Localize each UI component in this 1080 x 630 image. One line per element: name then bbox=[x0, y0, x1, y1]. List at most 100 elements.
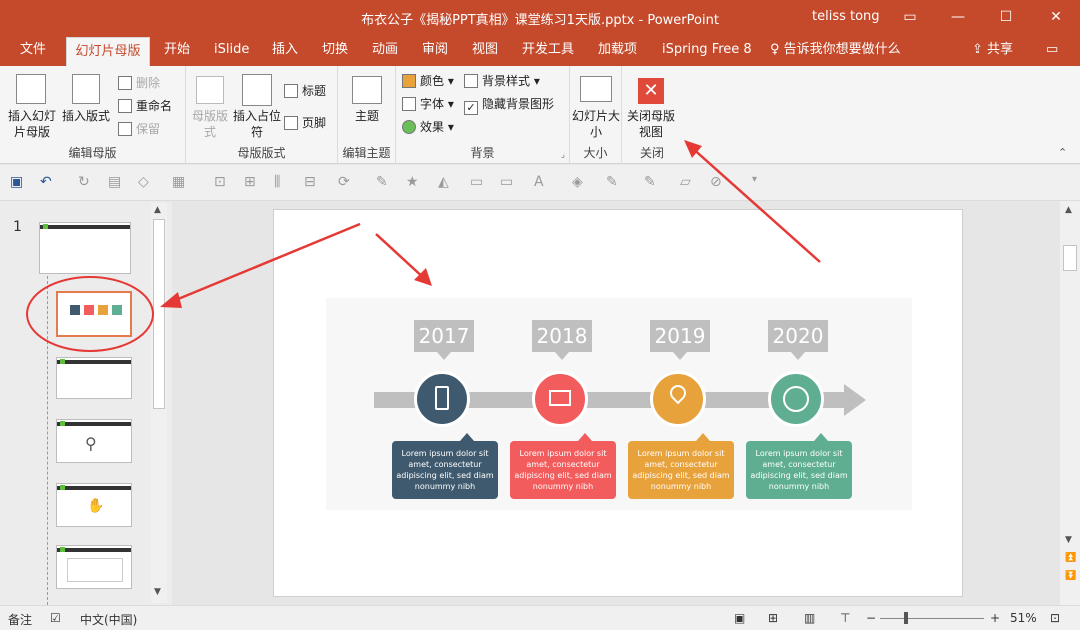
thumb-table bbox=[67, 558, 123, 582]
tab-ispring[interactable]: iSpring Free 8 bbox=[662, 34, 752, 66]
arrange-icon[interactable]: ▦ bbox=[172, 174, 185, 190]
star-icon[interactable]: ★ bbox=[406, 174, 419, 190]
colors-icon bbox=[402, 74, 416, 88]
layout-thumbnail-5[interactable] bbox=[56, 545, 132, 589]
tab-addins[interactable]: 加载项 bbox=[598, 34, 637, 66]
tab-view[interactable]: 视图 bbox=[472, 34, 498, 66]
scroll-thumb[interactable] bbox=[153, 219, 165, 409]
normal-view-icon[interactable]: ▣ bbox=[734, 611, 745, 625]
dialog-launcher-icon[interactable]: ⌟ bbox=[561, 150, 565, 160]
collapse-ribbon-icon[interactable]: ⌃ bbox=[1058, 146, 1067, 159]
slideshow-icon[interactable]: ▤ bbox=[108, 174, 121, 190]
tab-insert[interactable]: 插入 bbox=[272, 34, 298, 66]
footer-checkbox[interactable]: 页脚 bbox=[284, 114, 326, 132]
text-icon[interactable]: A bbox=[534, 174, 544, 190]
comments-icon[interactable]: ▭ bbox=[1046, 34, 1058, 66]
footer-checkbox-label: 页脚 bbox=[302, 116, 327, 130]
insert-layout-button[interactable]: 插入版式 bbox=[60, 108, 112, 124]
scroll-down-icon[interactable]: ▼ bbox=[1065, 535, 1072, 545]
thumbnail-scrollbar[interactable]: ▲ ▼ bbox=[151, 203, 167, 603]
preserve-button[interactable]: 保留 bbox=[118, 120, 160, 138]
effects-button[interactable]: 效果 ▾ bbox=[402, 118, 454, 136]
minimize-icon[interactable]: — bbox=[946, 6, 970, 28]
save-icon[interactable]: ▣ bbox=[10, 174, 23, 190]
redo-icon[interactable]: ↻ bbox=[78, 174, 90, 190]
zoom-out-button[interactable]: − bbox=[866, 611, 876, 625]
insert-slide-master-button[interactable]: 插入幻灯片母版 bbox=[4, 108, 60, 140]
tab-review[interactable]: 审阅 bbox=[422, 34, 448, 66]
shapes-icon[interactable]: ◇ bbox=[138, 174, 149, 190]
tab-file[interactable]: 文件 bbox=[20, 34, 46, 66]
slide-size-button[interactable]: 幻灯片大小 bbox=[572, 108, 620, 140]
envelope-glyph bbox=[549, 390, 571, 406]
title-checkbox[interactable]: 标题 bbox=[284, 82, 326, 100]
rename-button[interactable]: 重命名 bbox=[118, 97, 172, 115]
pin-icon[interactable]: ✎ bbox=[376, 174, 388, 190]
scroll-up-icon[interactable]: ▲ bbox=[1065, 205, 1072, 215]
outline-icon[interactable]: ✎ bbox=[606, 174, 618, 190]
slide-thumbnails-pane: 1 ⚲ ✋ bbox=[0, 201, 172, 605]
scroll-down-icon[interactable]: ▼ bbox=[154, 587, 161, 597]
pen-icon[interactable]: ✎ bbox=[644, 174, 656, 190]
merge-shapes-icon[interactable]: ⊘ bbox=[710, 174, 722, 190]
layout-thumbnail-timeline[interactable] bbox=[56, 291, 132, 337]
align-icon[interactable]: ⫼ bbox=[274, 174, 280, 190]
close-master-view-button[interactable]: 关闭母版视图 bbox=[622, 108, 680, 140]
fit-slide-icon[interactable]: ⊡ bbox=[1050, 611, 1060, 625]
group-icon[interactable]: ⊞ bbox=[244, 174, 256, 190]
insert-placeholder-button[interactable]: 插入占位符 bbox=[230, 108, 284, 140]
maximize-icon[interactable]: ☐ bbox=[994, 6, 1018, 28]
zoom-slider-thumb[interactable] bbox=[904, 612, 908, 624]
zoom-in-button[interactable]: + bbox=[990, 611, 1000, 625]
slide-sorter-icon[interactable]: ⊞ bbox=[768, 611, 778, 625]
fonts-button[interactable]: 字体 ▾ bbox=[402, 95, 454, 113]
scroll-up-icon[interactable]: ▲ bbox=[154, 205, 161, 215]
picture-icon[interactable]: ▭ bbox=[470, 174, 483, 190]
hide-bg-checkbox[interactable]: ✓ 隐藏背景图形 bbox=[464, 95, 554, 115]
user-name[interactable]: teliss tong bbox=[812, 9, 880, 24]
layout-thumbnail-4[interactable]: ✋ bbox=[56, 483, 132, 527]
close-window-icon[interactable]: ✕ bbox=[1044, 6, 1068, 28]
distribute-icon[interactable]: ⊟ bbox=[304, 174, 316, 190]
eyedropper-icon[interactable]: ▱ bbox=[680, 174, 691, 190]
play-icon[interactable]: ◭ bbox=[438, 174, 449, 190]
text-card-2018: Lorem ipsum dolor sit amet, consectetur … bbox=[510, 441, 616, 499]
bg-styles-button[interactable]: 背景样式 ▾ bbox=[464, 72, 540, 90]
layout-thumbnail-2[interactable] bbox=[56, 357, 132, 399]
slide-canvas[interactable]: 2017 Lorem ipsum dolor sit amet, consect… bbox=[273, 209, 963, 597]
master-layout-button[interactable]: 母版版式 bbox=[192, 108, 228, 140]
reading-view-icon[interactable]: ▥ bbox=[804, 611, 815, 625]
master-layout-icon bbox=[196, 76, 224, 104]
slide-scrollbar[interactable]: ▲ ▼ ⏫ ⏬ bbox=[1060, 201, 1080, 605]
share-button[interactable]: ⇪ 共享 bbox=[972, 34, 1013, 66]
colors-button[interactable]: 颜色 ▾ bbox=[402, 72, 454, 90]
ribbon-display-icon[interactable]: ▭ bbox=[898, 6, 922, 28]
layout-thumbnail-3[interactable]: ⚲ bbox=[56, 419, 132, 463]
slideshow-view-icon[interactable]: ⊤ bbox=[840, 611, 850, 625]
tab-slide-master[interactable]: 幻灯片母版 bbox=[66, 37, 150, 66]
proofing-icon[interactable]: ☑ bbox=[50, 611, 61, 625]
tab-islide[interactable]: iSlide bbox=[214, 34, 249, 66]
themes-button[interactable]: 主题 bbox=[342, 108, 392, 124]
master-thumbnail[interactable] bbox=[39, 222, 131, 274]
thumb-header-bar bbox=[57, 548, 131, 552]
tab-developer[interactable]: 开发工具 bbox=[522, 34, 574, 66]
next-slide-icon[interactable]: ⏬ bbox=[1065, 571, 1076, 581]
undo-icon[interactable]: ↶ bbox=[40, 174, 52, 190]
table-icon[interactable]: ▭ bbox=[500, 174, 513, 190]
delete-button[interactable]: 删除 bbox=[118, 74, 160, 92]
zoom-level[interactable]: 51% bbox=[1010, 611, 1037, 625]
notes-button[interactable]: 备注 bbox=[8, 611, 32, 628]
tell-me-box[interactable]: ♀ 告诉我你想要做什么 bbox=[770, 34, 901, 66]
scroll-thumb[interactable] bbox=[1063, 245, 1077, 271]
customize-toolbar-icon[interactable]: ▾ bbox=[752, 174, 757, 185]
language-indicator[interactable]: 中文(中国) bbox=[80, 611, 137, 628]
tab-home[interactable]: 开始 bbox=[164, 34, 190, 66]
prev-slide-icon[interactable]: ⏫ bbox=[1065, 553, 1076, 563]
tab-animations[interactable]: 动画 bbox=[372, 34, 398, 66]
tab-transitions[interactable]: 切换 bbox=[322, 34, 348, 66]
rotate-icon[interactable]: ⟳ bbox=[338, 174, 350, 190]
zoom-slider-track[interactable] bbox=[880, 618, 984, 619]
crop-icon[interactable]: ⊡ bbox=[214, 174, 226, 190]
fill-icon[interactable]: ◈ bbox=[572, 174, 583, 190]
